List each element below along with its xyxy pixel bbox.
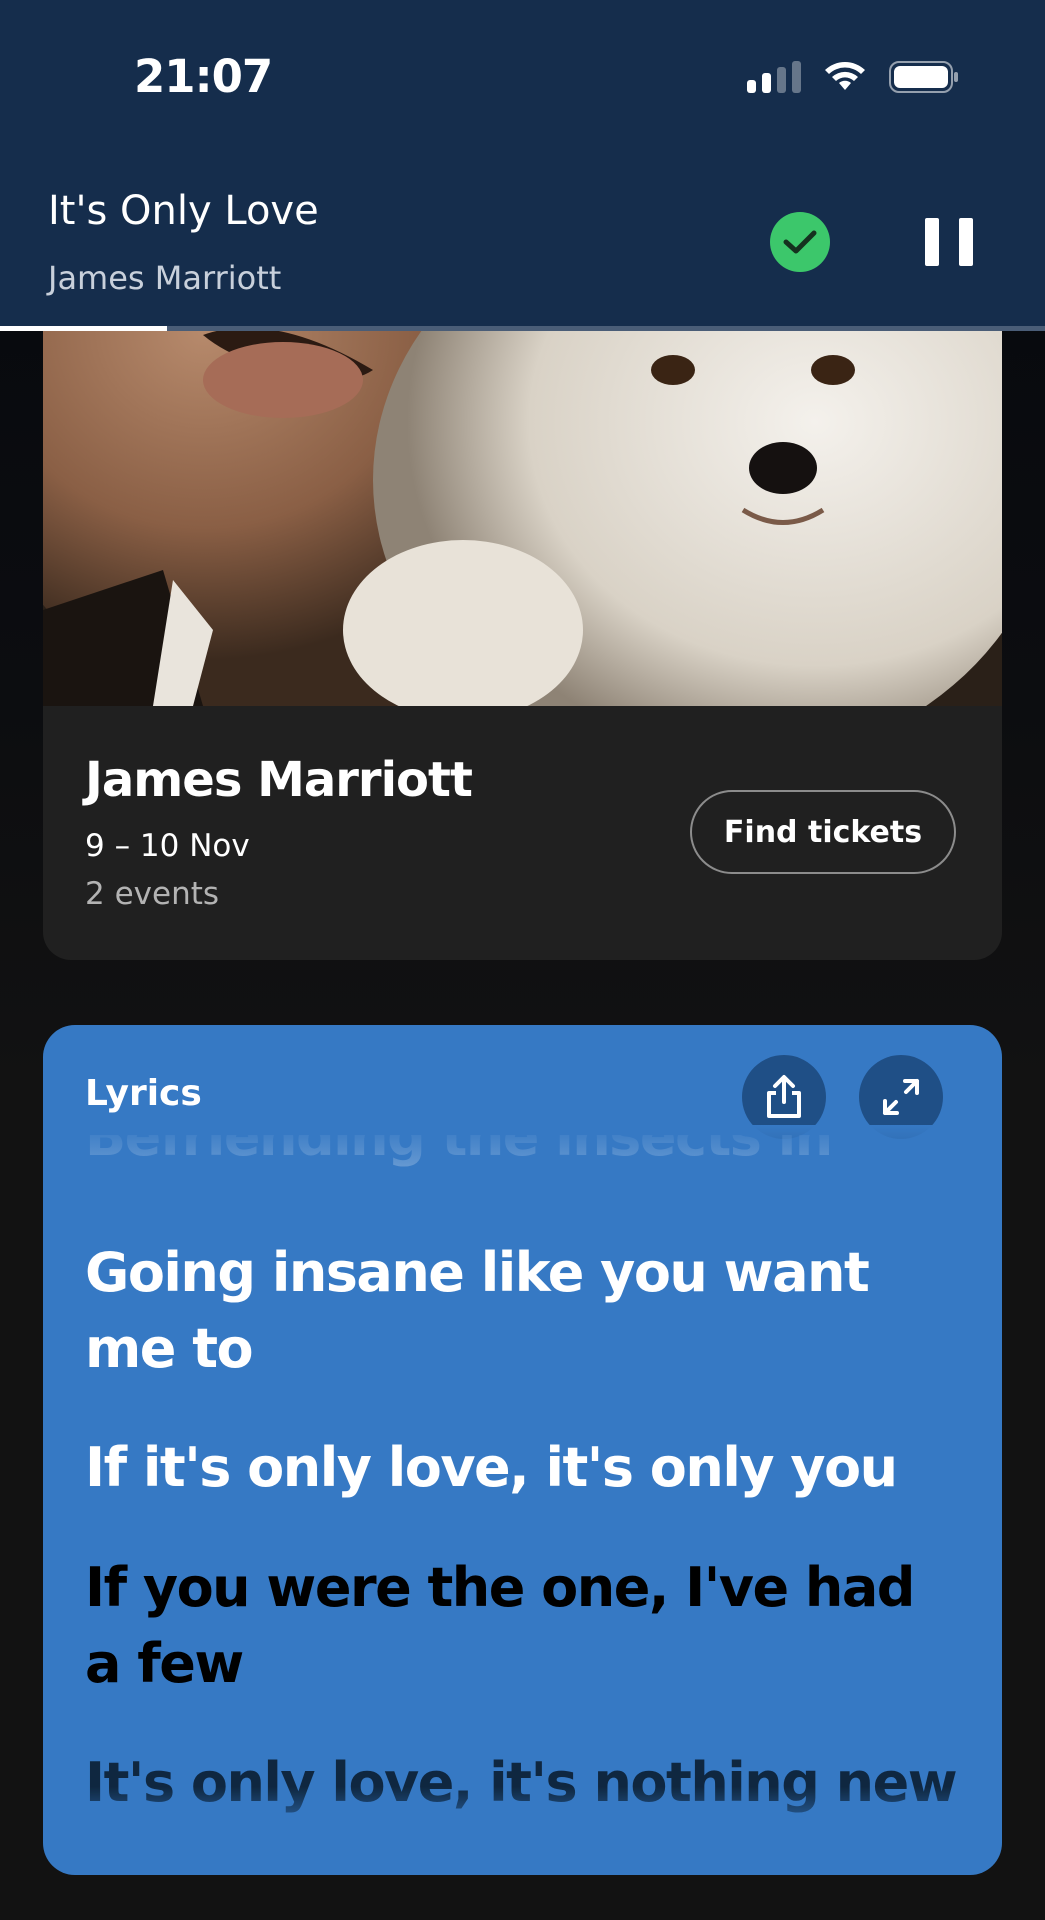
signal-icon <box>747 61 801 93</box>
playback-progress-fill <box>0 326 168 331</box>
tour-event-count: 2 events <box>85 876 220 912</box>
tour-artist-name: James Marriott <box>85 752 473 808</box>
expand-icon <box>883 1079 919 1115</box>
lyrics-card[interactable]: Lyrics Befriending the insects in here G… <box>43 1025 1002 1875</box>
playback-progress-bar[interactable] <box>0 326 1045 331</box>
lyric-line[interactable]: If it's only love, it's only you <box>85 1430 965 1506</box>
check-circle-icon[interactable] <box>770 212 830 272</box>
expand-button[interactable] <box>859 1055 943 1139</box>
wifi-icon <box>825 62 865 90</box>
lyric-line-current[interactable]: If you were the one, I've had a few <box>85 1550 965 1702</box>
find-tickets-button[interactable]: Find tickets <box>690 790 956 874</box>
lyric-line-previous-faded[interactable]: Befriending the insects in here <box>85 1135 965 1183</box>
track-title[interactable]: It's Only Love <box>48 188 319 234</box>
lyric-line-next[interactable]: It's only love, it's nothing new <box>85 1745 965 1821</box>
lyric-line[interactable]: Going insane like you want me to <box>85 1235 965 1387</box>
now-playing-header: 21:07 It's Only Love James Marriott <box>0 0 1045 328</box>
lyric-text: Befriending the insects in here <box>85 1135 833 1183</box>
battery-icon <box>889 61 958 93</box>
status-time: 21:07 <box>134 50 273 103</box>
pause-icon[interactable] <box>925 214 973 270</box>
status-icons <box>747 60 959 94</box>
tour-card[interactable]: James Marriott 9 – 10 Nov 2 events Find … <box>43 250 1002 960</box>
share-icon <box>767 1075 801 1118</box>
tour-dates: 9 – 10 Nov <box>85 828 250 864</box>
track-artist[interactable]: James Marriott <box>48 259 281 297</box>
share-button[interactable] <box>742 1055 826 1139</box>
lyrics-heading: Lyrics <box>85 1073 202 1114</box>
